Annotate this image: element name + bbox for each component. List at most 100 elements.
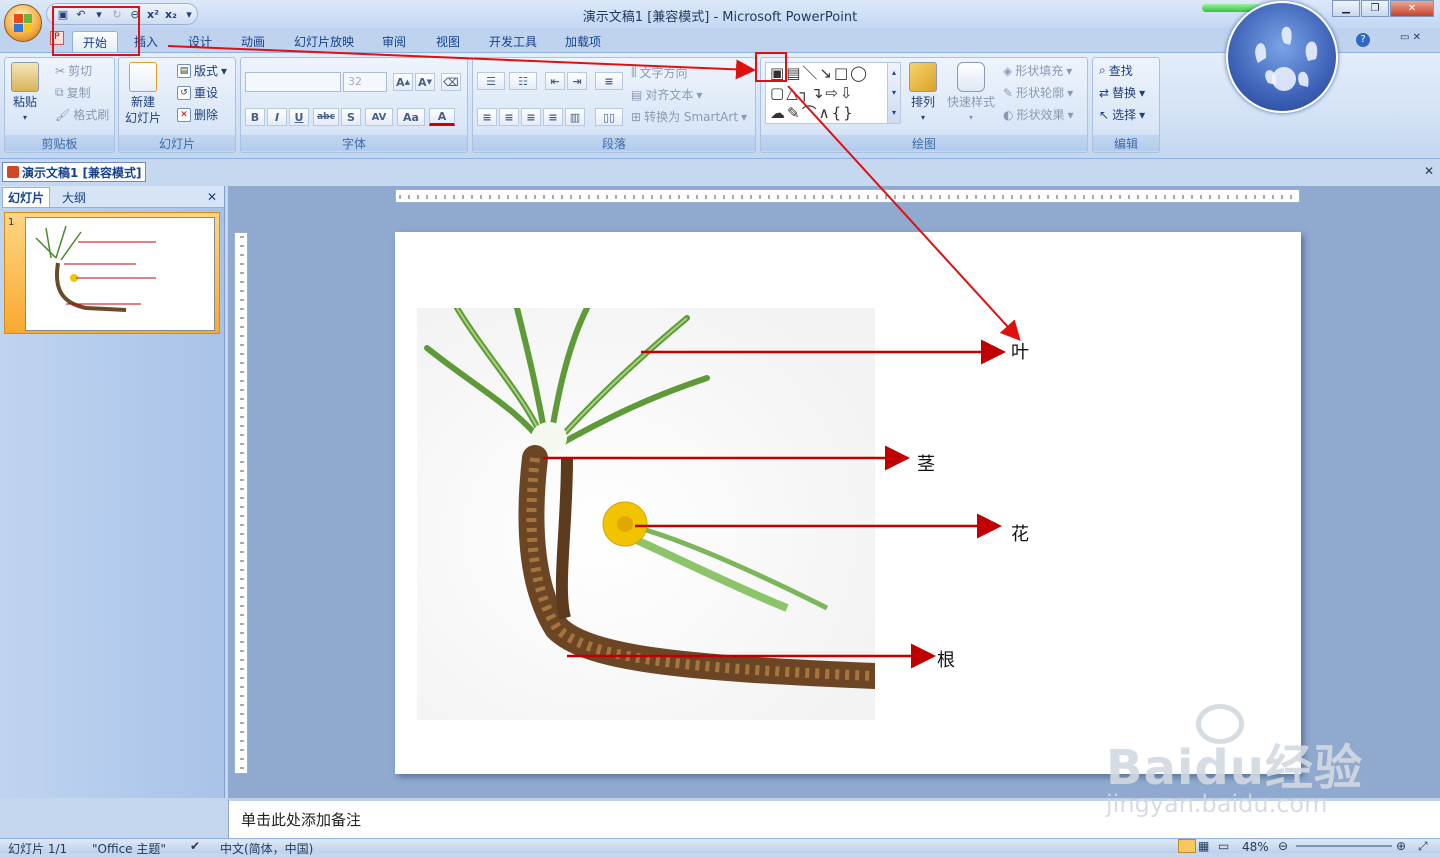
- zoom-in-button[interactable]: ⊕: [1396, 839, 1406, 853]
- layout-button[interactable]: ▤ 版式 ▾: [177, 62, 227, 79]
- close-button[interactable]: ✕: [1390, 0, 1434, 17]
- quick-styles-button[interactable]: 快速样式 ▾: [947, 62, 995, 126]
- tab-animation[interactable]: 动画: [233, 31, 273, 52]
- underline-button[interactable]: U: [289, 108, 309, 126]
- curve-icon[interactable]: ⌒: [802, 104, 819, 122]
- triangle-icon[interactable]: △: [786, 84, 800, 102]
- justify-button[interactable]: ≡: [543, 108, 563, 126]
- strikethrough-button[interactable]: abc: [313, 108, 339, 126]
- sorter-view-button[interactable]: ▦: [1198, 839, 1209, 853]
- label-stem[interactable]: 茎: [917, 450, 935, 476]
- zoom-level[interactable]: 48%: [1242, 840, 1269, 854]
- tab-slides[interactable]: 幻灯片: [2, 187, 50, 207]
- bullets-button[interactable]: ☰: [477, 72, 505, 90]
- font-name-combo[interactable]: [245, 72, 341, 92]
- brace-right-icon[interactable]: }: [843, 104, 855, 122]
- grow-font-button[interactable]: A ▲: [393, 73, 413, 91]
- tab-addins[interactable]: 加载项: [557, 31, 609, 52]
- wave-icon[interactable]: ∧: [819, 104, 832, 122]
- ribbon-minimize-icon[interactable]: ▭ ✕: [1400, 32, 1421, 43]
- right-arrow-icon[interactable]: ⇨: [825, 84, 840, 102]
- delete-slide-button[interactable]: ✕ 删除: [177, 106, 218, 123]
- down-arrow-icon[interactable]: ⇩: [840, 84, 855, 102]
- change-case-button[interactable]: Aa: [397, 108, 425, 126]
- tab-design[interactable]: 设计: [180, 31, 220, 52]
- oval-shape-icon[interactable]: ◯: [850, 64, 869, 82]
- qat-more-icon[interactable]: ▾: [181, 5, 197, 23]
- rectangle-shape-icon[interactable]: □: [834, 64, 850, 82]
- gallery-scroll[interactable]: ▴ ▾ ▾: [887, 62, 901, 124]
- font-color-button[interactable]: A: [429, 108, 455, 126]
- zoom-out-button[interactable]: ⊖: [1278, 839, 1288, 853]
- shadow-button[interactable]: S: [341, 108, 361, 126]
- superscript-button[interactable]: x²: [145, 5, 161, 23]
- new-slide-button[interactable]: 新建 幻灯片: [125, 62, 161, 126]
- text-direction-button[interactable]: ⫼ 文字方向: [631, 64, 688, 81]
- smartart-button[interactable]: ⊞ 转换为 SmartArt ▾: [631, 108, 747, 125]
- shape-outline-button[interactable]: ✎ 形状轮廓 ▾: [1003, 84, 1073, 101]
- label-root[interactable]: 根: [937, 646, 955, 672]
- replace-button[interactable]: ⇄ 替换 ▾: [1099, 84, 1145, 101]
- tab-view[interactable]: 视图: [428, 31, 468, 52]
- subscript-button[interactable]: x₂: [163, 5, 179, 23]
- arrow-line-icon[interactable]: ↘: [819, 64, 834, 82]
- rounded-rect-icon[interactable]: ▢: [770, 84, 786, 102]
- bold-button[interactable]: B: [245, 108, 265, 126]
- spellcheck-icon[interactable]: ✔: [190, 839, 200, 853]
- slideshow-view-button[interactable]: ▭: [1218, 839, 1229, 853]
- reset-button[interactable]: ↺ 重设: [177, 84, 218, 101]
- dandelion-image[interactable]: [417, 308, 875, 720]
- char-spacing-button[interactable]: AV: [365, 108, 393, 126]
- numbering-button[interactable]: ☷: [509, 72, 537, 90]
- copy-button[interactable]: ⧉ 复制: [55, 84, 91, 101]
- brace-left-icon[interactable]: {: [832, 104, 844, 122]
- line-shape-icon[interactable]: ＼: [802, 64, 819, 82]
- language-indicator[interactable]: 中文(简体，中国): [220, 840, 313, 857]
- minimize-button[interactable]: ▁: [1332, 0, 1360, 17]
- callout-icon[interactable]: ✎: [787, 104, 802, 122]
- align-right-button[interactable]: ≡: [521, 108, 541, 126]
- align-center-button[interactable]: ≡: [499, 108, 519, 126]
- close-pane-icon[interactable]: ✕: [202, 187, 222, 207]
- shape-fill-button[interactable]: ◈ 形状填充 ▾: [1003, 62, 1072, 79]
- tab-outline[interactable]: 大纲: [54, 187, 94, 207]
- elbow-arrow-icon[interactable]: ↴: [811, 84, 826, 102]
- tab-review[interactable]: 审阅: [374, 31, 414, 52]
- help-icon[interactable]: ?: [1356, 33, 1370, 47]
- label-leaf[interactable]: 叶: [1011, 338, 1029, 364]
- normal-view-button[interactable]: [1178, 839, 1196, 853]
- tab-developer[interactable]: 开发工具: [482, 31, 544, 52]
- close-document-icon[interactable]: ✕: [1424, 164, 1434, 178]
- paste-button[interactable]: 粘贴 ▾: [11, 62, 39, 126]
- italic-button[interactable]: I: [267, 108, 287, 126]
- align-left-button[interactable]: ≡: [477, 108, 497, 126]
- align-text-button[interactable]: ▤ 对齐文本 ▾: [631, 86, 702, 103]
- tab-slideshow[interactable]: 幻灯片放映: [286, 31, 362, 52]
- distribute-button[interactable]: ▥: [565, 108, 585, 126]
- document-tab[interactable]: 演示文稿1 [兼容模式]: [2, 162, 146, 182]
- vertical-textbox-icon[interactable]: ▤: [786, 64, 802, 82]
- find-button[interactable]: ⌕ 查找: [1099, 62, 1133, 79]
- decrease-indent-button[interactable]: ⇤: [545, 72, 565, 90]
- clear-format-button[interactable]: ⌫: [441, 73, 461, 91]
- font-size-combo[interactable]: 32: [343, 72, 387, 92]
- slide-canvas[interactable]: 叶 茎 花 根: [395, 232, 1301, 774]
- slide-thumbnail[interactable]: [25, 217, 215, 331]
- freeform-icon[interactable]: ☁: [770, 104, 787, 122]
- elbow-connector-icon[interactable]: ┐: [800, 84, 811, 102]
- shape-effects-button[interactable]: ◐ 形状效果 ▾: [1003, 106, 1074, 123]
- fit-window-button[interactable]: ⤢: [1418, 839, 1428, 854]
- select-button[interactable]: ↖ 选择 ▾: [1099, 106, 1145, 123]
- shrink-font-button[interactable]: A ▼: [415, 73, 435, 91]
- increase-indent-button[interactable]: ⇥: [567, 72, 587, 90]
- format-painter-button[interactable]: 🖌 格式刷: [55, 106, 109, 123]
- maximize-button[interactable]: ❐: [1361, 0, 1389, 17]
- notes-placeholder[interactable]: 单击此处添加备注: [241, 809, 361, 830]
- cut-button[interactable]: ✂ 剪切: [55, 62, 92, 79]
- line-spacing-button[interactable]: ≡: [595, 72, 623, 90]
- slide-thumbnail-item[interactable]: 1: [4, 212, 220, 334]
- label-flower[interactable]: 花: [1011, 520, 1029, 546]
- office-button[interactable]: [4, 4, 42, 42]
- arrange-button[interactable]: 排列 ▾: [909, 62, 937, 126]
- columns-button[interactable]: ▯▯: [595, 108, 623, 126]
